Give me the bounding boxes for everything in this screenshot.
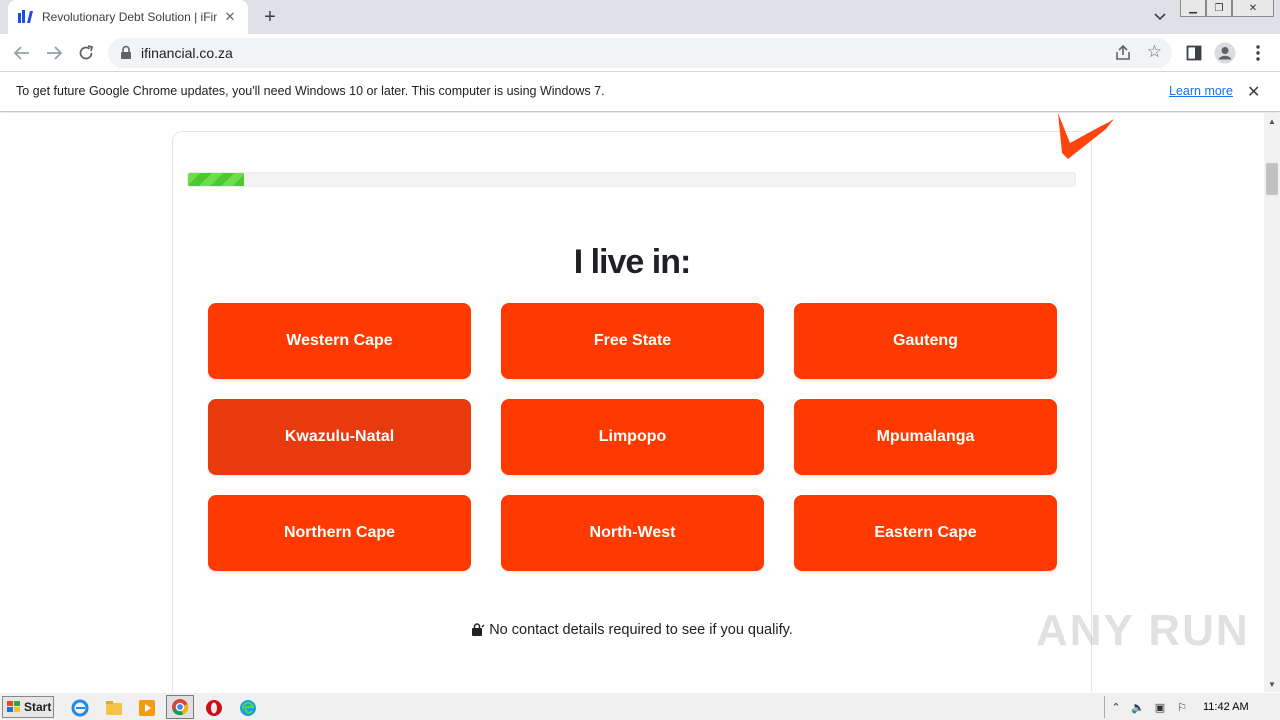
page-scrollbar[interactable]: ▲ ▼ <box>1264 113 1280 692</box>
side-panel-icon[interactable] <box>1182 41 1206 65</box>
watermark-text: ANY RUN <box>1036 606 1250 655</box>
update-infobar: To get future Google Chrome updates, you… <box>0 72 1280 112</box>
option-eastern-cape-button[interactable]: Eastern Cape <box>794 495 1057 571</box>
option-free-state-button[interactable]: Free State <box>501 303 764 379</box>
option-western-cape-button[interactable]: Western Cape <box>208 303 471 379</box>
browser-toolbar: ifinancial.co.za ☆ <box>0 34 1280 72</box>
file-explorer-icon[interactable] <box>104 698 124 718</box>
tab-search-chevron-down-icon[interactable] <box>1150 7 1170 27</box>
volume-icon[interactable]: 🔈 <box>1127 699 1149 715</box>
forward-arrow-icon[interactable] <box>42 41 66 65</box>
close-window-button[interactable]: ✕ <box>1232 0 1274 17</box>
lock-icon[interactable] <box>120 45 134 61</box>
back-arrow-icon[interactable] <box>10 41 34 65</box>
start-label: Start <box>24 700 52 714</box>
progress-bar <box>187 172 1076 187</box>
network-icon[interactable]: ▣ <box>1149 699 1171 715</box>
internet-explorer-icon[interactable] <box>70 698 90 718</box>
address-bar[interactable]: ifinancial.co.za ☆ <box>108 38 1172 68</box>
tab-title: Revolutionary Debt Solution | iFinancial <box>42 10 217 24</box>
option-mpumalanga-button[interactable]: Mpumalanga <box>794 399 1057 475</box>
menu-kebab-icon[interactable] <box>1246 41 1270 65</box>
option-kwazulu-natal-button[interactable]: Kwazulu-Natal <box>208 399 471 475</box>
decorative-arrow-icon <box>1058 113 1114 159</box>
new-tab-button[interactable]: + <box>258 5 282 29</box>
privacy-note-text: No contact details required to see if yo… <box>489 622 793 638</box>
start-button[interactable]: Start <box>2 696 54 718</box>
windows-taskbar: Start ⌃ 🔈 ▣ ⚐ 11:42 AM <box>0 692 1280 720</box>
opera-icon[interactable] <box>204 698 224 718</box>
browser-tab[interactable]: Revolutionary Debt Solution | iFinancial… <box>8 0 248 34</box>
scroll-down-arrow-icon[interactable]: ▼ <box>1264 676 1280 692</box>
progress-fill <box>188 173 244 186</box>
show-hidden-icons-chevron-up-icon[interactable]: ⌃ <box>1105 699 1127 715</box>
windows-logo-icon <box>7 701 20 712</box>
learn-more-link[interactable]: Learn more <box>1169 84 1233 98</box>
share-icon[interactable] <box>1114 44 1132 62</box>
scroll-up-arrow-icon[interactable]: ▲ <box>1264 113 1280 129</box>
media-player-icon[interactable] <box>137 698 157 718</box>
chrome-taskbar-icon[interactable] <box>166 695 194 719</box>
question-title: I live in: <box>573 243 692 281</box>
profile-avatar-icon[interactable] <box>1213 41 1237 65</box>
tab-close-icon[interactable]: ✕ <box>222 9 238 25</box>
option-north-west-button[interactable]: North-West <box>501 495 764 571</box>
lock-icon <box>471 623 485 637</box>
reload-icon[interactable] <box>74 41 98 65</box>
infobar-close-icon[interactable]: ✕ <box>1247 82 1260 102</box>
option-northern-cape-button[interactable]: Northern Cape <box>208 495 471 571</box>
action-center-flag-icon[interactable]: ⚐ <box>1171 699 1193 715</box>
system-tray: ⌃ 🔈 ▣ ⚐ 11:42 AM <box>1104 696 1278 718</box>
edge-icon[interactable] <box>238 698 258 718</box>
site-favicon-icon <box>18 9 34 25</box>
restore-window-button[interactable]: ❐ <box>1206 0 1232 17</box>
infobar-message: To get future Google Chrome updates, you… <box>16 84 605 98</box>
option-limpopo-button[interactable]: Limpopo <box>501 399 764 475</box>
bookmark-star-icon[interactable]: ☆ <box>1147 42 1162 62</box>
url-text[interactable]: ifinancial.co.za <box>141 45 233 61</box>
scrollbar-thumb[interactable] <box>1266 163 1278 195</box>
option-gauteng-button[interactable]: Gauteng <box>794 303 1057 379</box>
window-controls: ▁ ❐ ✕ <box>1180 0 1274 17</box>
taskbar-clock[interactable]: 11:42 AM <box>1203 701 1249 713</box>
minimize-window-button[interactable]: ▁ <box>1180 0 1206 17</box>
tab-strip: Revolutionary Debt Solution | iFinancial… <box>0 0 1280 34</box>
anyrun-watermark: ANY RUN <box>1036 606 1250 656</box>
province-options: Western Cape Free State Gauteng Kwazulu-… <box>208 303 1057 571</box>
